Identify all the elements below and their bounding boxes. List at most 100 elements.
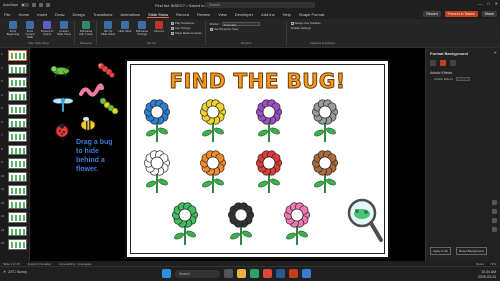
slide-thumbnail[interactable] — [8, 117, 27, 128]
task-view-icon[interactable] — [224, 269, 233, 278]
slide-thumbnail[interactable] — [8, 63, 27, 74]
flower[interactable] — [197, 98, 229, 144]
record-ribbon-button[interactable]: Record — [152, 21, 166, 41]
ribbon-tab-design[interactable]: Design — [71, 12, 85, 17]
flower[interactable] — [169, 201, 201, 247]
flower[interactable] — [309, 149, 341, 195]
edge-icon[interactable] — [250, 269, 259, 278]
slide-thumbnail[interactable] — [8, 225, 27, 236]
flower[interactable] — [141, 149, 173, 195]
slide-thumbnail[interactable] — [8, 104, 27, 115]
accessibility-status[interactable]: Accessibility: Investigate — [59, 262, 92, 266]
flower[interactable] — [197, 149, 229, 195]
slide-thumbnail[interactable] — [8, 50, 27, 61]
ribbon-tab-add-ins[interactable]: Add-ins — [260, 12, 276, 17]
show-media-controls-check[interactable]: Show Media Controls — [171, 31, 202, 36]
ribbon-tab-animations[interactable]: Animations — [119, 12, 141, 17]
flower[interactable] — [253, 149, 285, 195]
presenter-view-check[interactable]: Use Presenter View — [209, 27, 283, 32]
undo-icon[interactable] — [39, 3, 44, 7]
slide-thumbnail[interactable] — [8, 77, 27, 88]
taskbar-search[interactable]: Search — [175, 269, 220, 278]
present-in-teams-button[interactable]: Present in Teams — [444, 11, 478, 17]
ribbon-tab-draw[interactable]: Draw — [54, 12, 65, 17]
plus-icon[interactable] — [492, 209, 497, 214]
flower[interactable] — [253, 98, 285, 144]
close-button[interactable]: ✕ — [495, 1, 498, 6]
close-pane-icon[interactable]: ✕ — [494, 50, 497, 55]
ladybug-bug[interactable] — [54, 122, 70, 138]
reset-background-button[interactable]: Reset Background — [456, 247, 487, 255]
ribbon-tab-help[interactable]: Help — [282, 12, 292, 17]
grasshopper-bug[interactable] — [50, 62, 72, 78]
ribbon-tab-view[interactable]: View — [217, 12, 228, 17]
set-up-slide-show-button[interactable]: Set Up Slide Show — [101, 21, 115, 41]
artistic-effects-dropdown[interactable] — [455, 77, 470, 81]
from-beginning-button[interactable]: From Beginning — [6, 21, 20, 41]
weather-widget[interactable]: ☀ 24°C Sunny — [3, 270, 27, 274]
apply-to-all-button[interactable]: Apply to All — [430, 247, 451, 255]
search-input[interactable]: Search — [205, 2, 315, 8]
save-icon[interactable] — [32, 3, 37, 7]
dragonfly-bug[interactable] — [52, 96, 74, 114]
ribbon-tab-review[interactable]: Review — [196, 12, 211, 17]
subtitle-settings-button[interactable]: Subtitle Settings — [291, 26, 355, 31]
ribbon-tab-insert[interactable]: Insert — [36, 12, 48, 17]
caterpillar-bug[interactable] — [96, 60, 116, 78]
ribbon-tab-transitions[interactable]: Transitions — [92, 12, 113, 17]
effects-icon[interactable] — [440, 60, 446, 66]
flower[interactable] — [309, 98, 341, 144]
powerpoint-icon[interactable] — [289, 269, 298, 278]
slide-thumbnail[interactable] — [8, 131, 27, 142]
slide-title[interactable]: FIND THE BUG! — [127, 69, 388, 94]
word-icon[interactable] — [276, 269, 285, 278]
fill-icon[interactable] — [430, 60, 436, 66]
flower[interactable] — [141, 98, 173, 144]
slide-thumbnail[interactable] — [8, 90, 27, 101]
file-explorer-icon[interactable] — [237, 269, 246, 278]
slide-thumbnail[interactable] — [8, 185, 27, 196]
hide-slide-button[interactable]: Hide Slide — [118, 21, 132, 41]
notes-button[interactable]: Notes — [476, 262, 484, 266]
share-button[interactable]: Share — [481, 11, 497, 17]
slide-thumbnail[interactable] — [8, 158, 27, 169]
ribbon-tab-home[interactable]: Home — [17, 12, 30, 17]
slide-thumbnail[interactable] — [8, 239, 27, 250]
zoom-level[interactable]: 73% — [490, 262, 496, 266]
maximize-button[interactable]: □ — [487, 1, 489, 6]
minimize-button[interactable]: — — [478, 1, 482, 6]
settings-icon[interactable] — [492, 227, 497, 232]
mail-icon[interactable] — [302, 269, 311, 278]
start-icon[interactable] — [162, 269, 171, 278]
flower[interactable] — [225, 201, 257, 247]
slide-thumbnail[interactable] — [8, 144, 27, 155]
ribbon-tab-file[interactable]: File — [3, 12, 11, 17]
autosave-toggle[interactable] — [21, 3, 30, 7]
custom-slide-show-button[interactable]: Custom Slide Show — [57, 21, 71, 41]
picture-icon[interactable] — [450, 60, 456, 66]
rehearse-timings-button[interactable]: Rehearse Timings — [135, 21, 149, 41]
redo-icon[interactable] — [46, 3, 51, 7]
ribbon-tab-developer[interactable]: Developer — [234, 12, 254, 17]
magnifier-bug-image[interactable] — [345, 196, 385, 246]
slide[interactable]: FIND THE BUG! — [125, 59, 390, 259]
slide-thumbnail[interactable] — [8, 212, 27, 223]
camera-icon[interactable] — [492, 200, 497, 205]
flower[interactable] — [281, 201, 313, 247]
clock[interactable]: 10:34 AM 2025-03-24 — [478, 270, 496, 279]
slide-thumbnail[interactable] — [8, 198, 27, 209]
present-in-teams-ribbon-button[interactable]: Present in Teams — [40, 21, 54, 41]
ribbon-tab-slide-show[interactable]: Slide Show — [147, 12, 170, 18]
slide-thumbnail[interactable] — [8, 171, 27, 182]
record-button[interactable]: Record — [423, 11, 441, 17]
language[interactable]: English (Canada) — [28, 262, 51, 266]
chrome-icon[interactable] — [263, 269, 272, 278]
pin-icon[interactable] — [492, 218, 497, 223]
caterpillar-green-bug[interactable] — [98, 96, 120, 116]
artistic-effects-header[interactable]: Artistic Effects — [426, 67, 500, 76]
ribbon-tab-record[interactable]: Record — [175, 12, 190, 17]
ribbon-tab-shape-format[interactable]: Shape Format — [298, 12, 325, 17]
from-current-slide-button[interactable]: From Current Slide — [23, 21, 37, 41]
rehearse-with-coach-button[interactable]: Rehearse with Coach — [79, 21, 93, 41]
bee-bug[interactable] — [78, 114, 98, 132]
